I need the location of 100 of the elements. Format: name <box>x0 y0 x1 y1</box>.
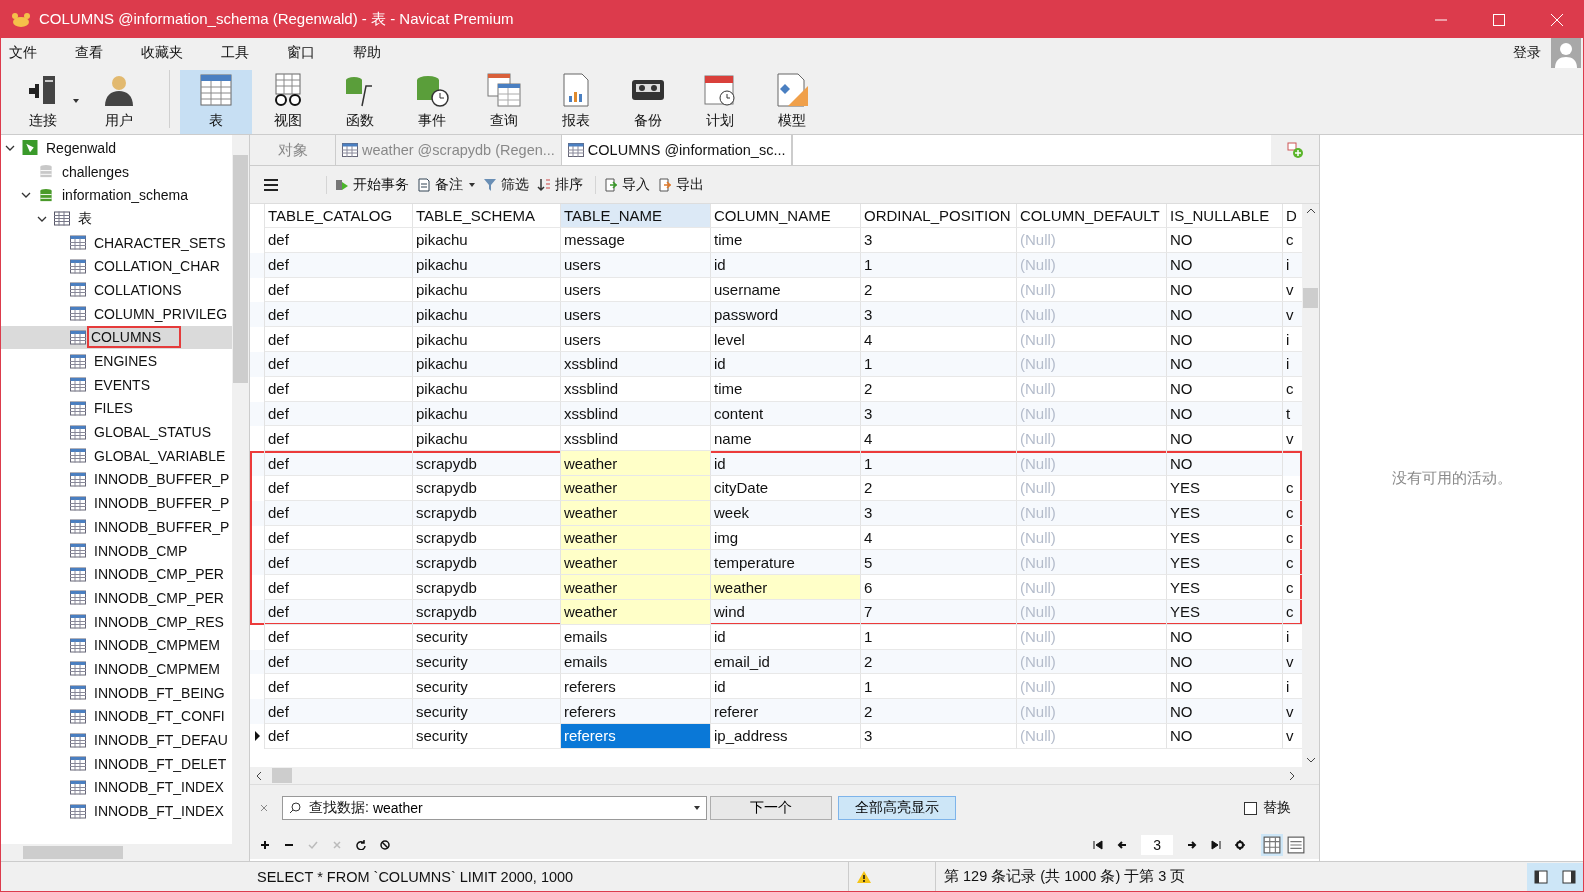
table-cell[interactable]: security <box>413 649 561 675</box>
tree-item[interactable]: INNODB_FT_CONFI <box>1 704 232 729</box>
table-cell[interactable]: def <box>265 723 413 749</box>
table-row[interactable]: def pikachu users level 4 (Null) NO i <box>250 327 1302 352</box>
table-cell[interactable]: weather <box>561 475 711 501</box>
tree-item[interactable]: INNODB_CMP <box>1 538 232 563</box>
tree-item[interactable]: INNODB_FT_INDEX <box>1 775 232 800</box>
table-row[interactable]: def pikachu xssblind time 2 (Null) NO c <box>250 376 1302 402</box>
table-cell[interactable]: id <box>711 252 861 278</box>
table-cell[interactable]: emails <box>561 649 711 675</box>
checkbox-label[interactable]: 替换 <box>1263 799 1291 817</box>
table-cell[interactable]: 1 <box>861 451 1017 476</box>
table-cell[interactable]: weather <box>561 575 711 600</box>
table-cell[interactable]: password <box>711 302 861 328</box>
scroll-thumb[interactable] <box>23 846 123 859</box>
table-cell[interactable]: YES <box>1167 599 1283 625</box>
tree-item[interactable]: INNODB_FT_DEFAU <box>1 728 232 752</box>
table-cell[interactable]: def <box>265 252 413 278</box>
table-cell[interactable]: pikachu <box>413 401 561 427</box>
settings-icon[interactable] <box>1235 840 1245 850</box>
table-cell[interactable]: def <box>265 500 413 526</box>
stop-icon[interactable] <box>380 840 390 850</box>
table-cell[interactable]: week <box>711 500 861 526</box>
scrollbar[interactable] <box>1302 204 1319 767</box>
tree-item[interactable]: EVENTS <box>1 372 232 397</box>
table-cell[interactable]: pikachu <box>413 327 561 352</box>
table-cell[interactable]: pikachu <box>413 376 561 402</box>
table-row[interactable]: def security referers ip_address 3 (Null) NO v <box>250 723 1302 749</box>
table-cell[interactable]: YES <box>1167 500 1283 526</box>
table-cell[interactable]: content <box>711 401 861 427</box>
table-cell[interactable]: id <box>711 451 861 476</box>
tree-item[interactable]: COLUMNS <box>1 325 232 350</box>
tree-item[interactable]: INNODB_FT_INDEX <box>1 799 232 823</box>
table-cell[interactable]: ip_address <box>711 723 861 749</box>
table-row[interactable]: def security emails id 1 (Null) NO i <box>250 624 1302 650</box>
panel-left-icon[interactable] <box>1527 862 1555 891</box>
tree-item[interactable]: CHARACTER_SETS <box>1 230 232 255</box>
toolbar-button[interactable]: 模型 <box>756 70 828 134</box>
tab[interactable]: COLUMNS @information_sc... <box>561 135 793 165</box>
tree-item[interactable]: COLLATION_CHAR <box>1 254 232 279</box>
toolbar-button[interactable]: 排序 <box>533 175 587 194</box>
tree-item[interactable]: challenges <box>1 159 232 184</box>
table-cell[interactable]: weather <box>561 525 711 551</box>
table-cell[interactable]: 7 <box>861 599 1017 625</box>
tree-item[interactable]: INNODB_CMPMEM <box>1 633 232 658</box>
toolbar-button[interactable]: 查询 <box>468 70 540 134</box>
table-cell[interactable]: 2 <box>861 649 1017 675</box>
table-cell[interactable]: NO <box>1167 352 1283 377</box>
previous-page-icon[interactable] <box>1117 840 1128 850</box>
dropdown-caret-icon[interactable] <box>694 806 700 810</box>
table-cell[interactable]: weather <box>561 599 711 625</box>
table-cell[interactable]: weather <box>561 550 711 576</box>
table-cell[interactable]: NO <box>1167 699 1283 724</box>
plus-icon[interactable] <box>260 840 270 850</box>
table-cell[interactable]: referers <box>561 723 711 749</box>
table-cell[interactable]: def <box>265 327 413 352</box>
last-page-icon[interactable] <box>1211 840 1221 850</box>
table-cell[interactable]: 1 <box>861 252 1017 278</box>
first-page-icon[interactable] <box>1093 840 1104 850</box>
menu-item[interactable]: 帮助 <box>345 43 395 62</box>
table-cell[interactable]: users <box>561 302 711 328</box>
table-cell[interactable]: users <box>561 327 711 352</box>
table-cell[interactable]: emails <box>561 624 711 650</box>
toolbar-button[interactable]: 函数 <box>324 70 396 134</box>
column-header[interactable]: IS_NULLABLE <box>1167 204 1283 228</box>
tree-item[interactable]: GLOBAL_VARIABLE <box>1 443 232 468</box>
table-cell[interactable]: def <box>265 475 413 501</box>
tree-item[interactable]: 表 <box>1 207 232 231</box>
table-cell[interactable]: message <box>561 228 711 253</box>
table-cell[interactable]: security <box>413 699 561 724</box>
tree-item[interactable]: INNODB_CMPMEM <box>1 657 232 681</box>
table-cell[interactable]: time <box>711 376 861 402</box>
table-row[interactable]: def security emails email_id 2 (Null) NO v <box>250 649 1302 675</box>
toolbar-button[interactable]: 导出 <box>654 175 708 194</box>
table-row[interactable]: def pikachu xssblind content 3 (Null) NO t <box>250 401 1302 427</box>
table-cell[interactable]: level <box>711 327 861 352</box>
scrollbar[interactable] <box>232 135 249 844</box>
tree-item[interactable]: INNODB_CMP_PER <box>1 586 232 610</box>
tree-item[interactable]: FILES <box>1 396 232 421</box>
table-cell[interactable]: def <box>265 228 413 253</box>
table-cell[interactable]: xssblind <box>561 352 711 377</box>
table-cell[interactable]: pikachu <box>413 228 561 253</box>
menu-item[interactable]: 文件 <box>1 43 51 62</box>
table-cell[interactable]: def <box>265 599 413 625</box>
table-cell[interactable]: pikachu <box>413 302 561 328</box>
tree-item[interactable]: INNODB_BUFFER_P <box>1 491 232 515</box>
table-cell[interactable]: 6 <box>861 575 1017 600</box>
scrollbar[interactable] <box>1 844 249 861</box>
tree-item[interactable]: INNODB_CMP_PER <box>1 562 232 587</box>
table-cell[interactable]: referers <box>561 699 711 724</box>
toolbar-button[interactable]: 用户 <box>83 70 155 134</box>
check-icon[interactable] <box>308 840 318 850</box>
table-cell[interactable]: 3 <box>861 723 1017 749</box>
tree-item[interactable]: INNODB_BUFFER_P <box>1 515 232 539</box>
table-row[interactable]: def pikachu xssblind id 1 (Null) NO i <box>250 352 1302 377</box>
table-row[interactable]: def scrapydb weather id 1 (Null) NO <box>250 451 1302 476</box>
tree-item[interactable]: INNODB_FT_BEING <box>1 680 232 705</box>
table-cell[interactable]: NO <box>1167 252 1283 278</box>
form-view-icon[interactable] <box>1285 834 1307 856</box>
table-cell[interactable]: wind <box>711 599 861 625</box>
